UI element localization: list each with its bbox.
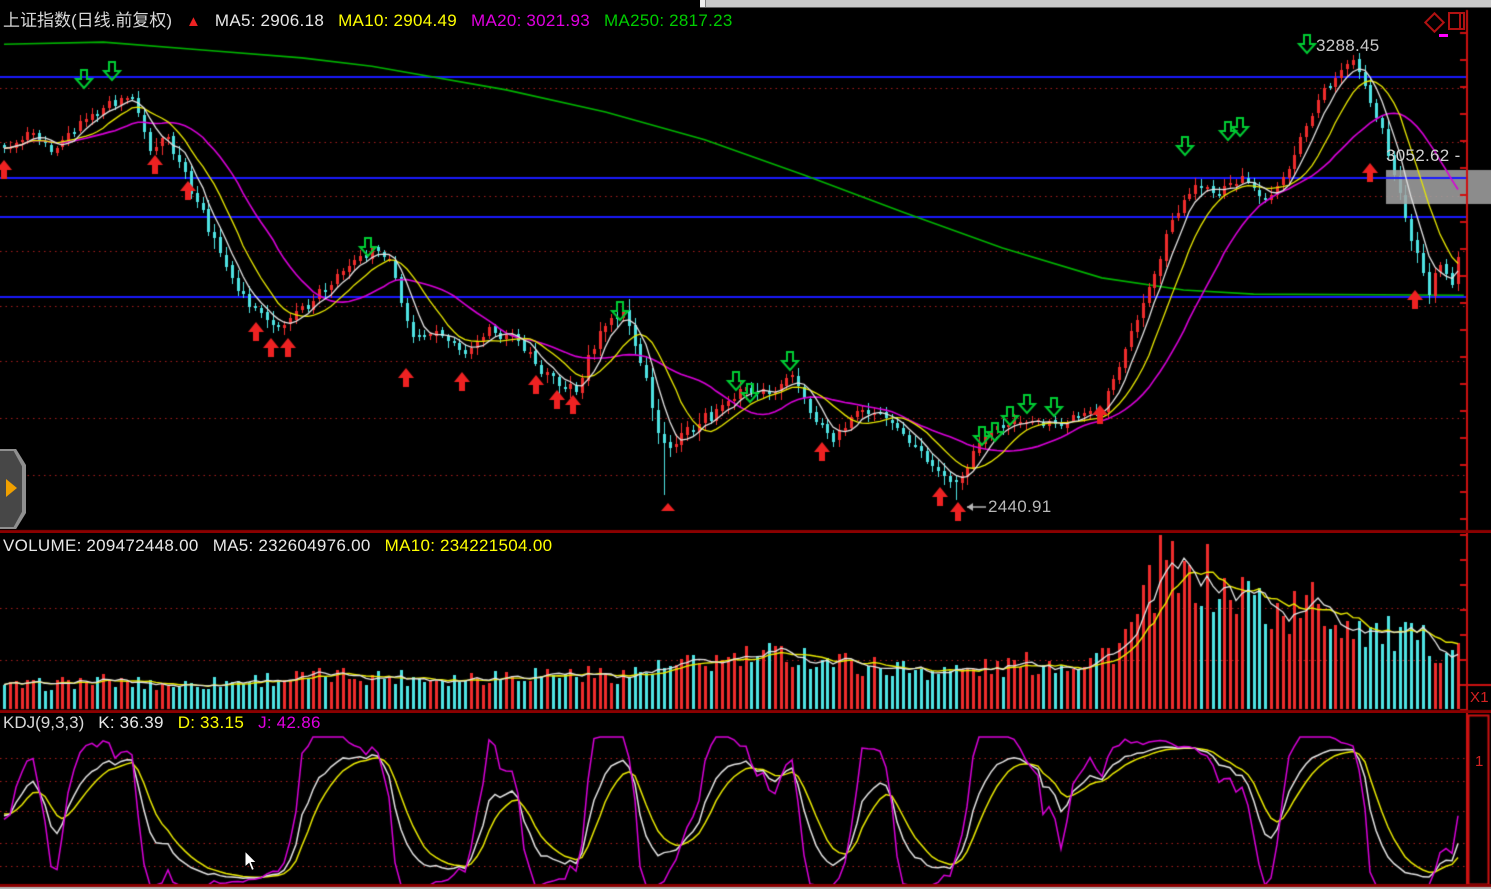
highlight-dash-icon bbox=[1439, 34, 1448, 37]
volume-label: VOLUME: bbox=[3, 536, 82, 555]
vol-ma5-label: MA5: bbox=[213, 536, 254, 555]
ma20-readout: MA20: 3021.93 bbox=[471, 11, 590, 31]
price-pane-header: 上证指数(日线.前复权) ▲ MA5: 2906.18 MA10: 2904.4… bbox=[3, 6, 733, 31]
kdj-d-readout: D: 33.15 bbox=[178, 713, 244, 733]
volume-pane-header: VOLUME: 209472448.00 MA5: 232604976.00 M… bbox=[3, 536, 552, 556]
kdj-k-value: 36.39 bbox=[120, 713, 164, 732]
main-price-pane[interactable] bbox=[0, 0, 1491, 533]
ma250-readout: MA250: 2817.23 bbox=[604, 11, 733, 31]
kdj-pane-header: KDJ(9,3,3) K: 36.39 D: 33.15 J: 42.86 bbox=[3, 713, 321, 733]
ma20-label: MA20: bbox=[471, 11, 522, 30]
kdj-j-label: J: bbox=[258, 713, 272, 732]
kdj-title: KDJ(9,3,3) bbox=[3, 713, 84, 733]
kdj-j-value: 42.86 bbox=[277, 713, 321, 732]
ma5-label: MA5: bbox=[215, 11, 256, 30]
kdj-k-readout: K: 36.39 bbox=[98, 713, 163, 733]
level-price-label: 3052.62 - bbox=[1386, 146, 1461, 166]
vol-ma10-value: 234221504.00 bbox=[440, 536, 552, 555]
vol-ma5-readout: MA5: 232604976.00 bbox=[213, 536, 371, 556]
kdj-k-label: K: bbox=[98, 713, 115, 732]
handle-body bbox=[0, 451, 22, 527]
volume-scale-label: X1 bbox=[1470, 689, 1489, 706]
vol-ma5-value: 232604976.00 bbox=[258, 536, 370, 555]
ma5-value: 2906.18 bbox=[261, 11, 325, 30]
kdj-j-readout: J: 42.86 bbox=[258, 713, 321, 733]
ma20-value: 3021.93 bbox=[526, 11, 590, 30]
ma10-label: MA10: bbox=[338, 11, 389, 30]
vol-ma10-readout: MA10: 234221504.00 bbox=[385, 536, 553, 556]
kdj-d-value: 33.15 bbox=[200, 713, 244, 732]
window-restore-icon[interactable] bbox=[1448, 12, 1465, 30]
ma10-readout: MA10: 2904.49 bbox=[338, 11, 457, 31]
vol-ma10-label: MA10: bbox=[385, 536, 436, 555]
expand-arrow-icon bbox=[6, 479, 17, 497]
buy-signal-icon: ▲ bbox=[186, 13, 201, 30]
ma250-label: MA250: bbox=[604, 11, 664, 30]
kdj-indicator-pane[interactable] bbox=[0, 713, 1491, 889]
volume-pane[interactable] bbox=[0, 533, 1491, 713]
volume-value: 209472448.00 bbox=[86, 536, 198, 555]
mouse-cursor bbox=[244, 851, 259, 872]
top-scrollbar-fragment[interactable] bbox=[700, 0, 1491, 8]
kdj-scale-label: 1 bbox=[1475, 753, 1484, 770]
ma5-readout: MA5: 2906.18 bbox=[215, 11, 324, 31]
high-price-label: 3288.45 bbox=[1316, 36, 1380, 56]
low-price-label: 2440.91 bbox=[988, 497, 1052, 517]
ma10-value: 2904.49 bbox=[393, 11, 457, 30]
kdj-d-label: D: bbox=[178, 713, 196, 732]
symbol-title: 上证指数(日线.前复权) bbox=[3, 6, 172, 31]
volume-readout: VOLUME: 209472448.00 bbox=[3, 536, 199, 556]
ma250-value: 2817.23 bbox=[669, 11, 733, 30]
app-window: 上证指数(日线.前复权) ▲ MA5: 2906.18 MA10: 2904.4… bbox=[0, 0, 1491, 889]
panel-expand-handle[interactable] bbox=[0, 449, 26, 529]
